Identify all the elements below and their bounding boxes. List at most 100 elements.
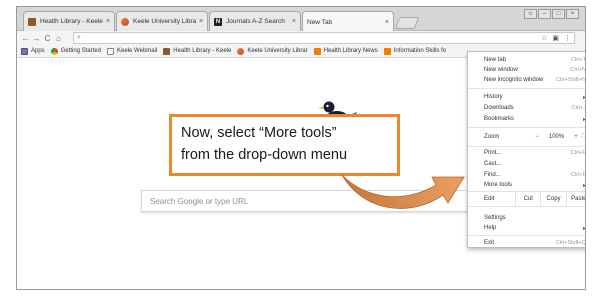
fullscreen-icon[interactable]: ⛶ xyxy=(582,134,585,141)
menu-shortcut: Ctrl+J xyxy=(571,105,586,111)
library-icon xyxy=(28,17,36,26)
submenu-arrow-icon: ▸ xyxy=(582,182,586,189)
zoom-in-button[interactable]: + xyxy=(574,134,578,140)
page-icon xyxy=(107,47,115,55)
zoom-label: Zoom xyxy=(484,134,500,140)
menu-zoom-row: Zoom − 100% + ⛶ xyxy=(468,130,585,144)
menu-item-cast[interactable]: Cast... xyxy=(468,159,585,169)
menu-item-downloads[interactable]: Downloads Ctrl+J xyxy=(468,103,586,113)
back-arrow-icon[interactable]: ← xyxy=(20,33,31,44)
menu-item-more-tools[interactable]: More tools ▸ xyxy=(468,180,586,190)
bookmark-label: Information Skills fo xyxy=(393,48,447,54)
tab-close-icon[interactable]: × xyxy=(292,18,296,25)
new-tab-button[interactable] xyxy=(394,17,420,29)
bookmark-label: Keele Webmail xyxy=(117,48,158,54)
extension-icon[interactable]: ▣ xyxy=(552,34,559,42)
submenu-arrow-icon: ▸ xyxy=(582,225,586,232)
menu-shortcut: Ctrl+T xyxy=(570,57,586,63)
tab-close-icon[interactable]: × xyxy=(106,18,110,25)
apps-grid-icon xyxy=(21,47,28,55)
callout-line-1: Now, select “More tools” xyxy=(181,125,337,141)
submenu-arrow-icon: ▸ xyxy=(582,94,586,101)
edit-label: Edit xyxy=(484,195,495,202)
n-letter-icon: N xyxy=(214,17,222,26)
minimize-button[interactable]: – xyxy=(538,9,551,19)
tab-label: Keele University Library xyxy=(133,18,196,25)
omnibox-actions: ☆ ▣ ⋮ xyxy=(541,34,571,42)
tab-label: Health Library - Keele Ur xyxy=(40,18,103,25)
keele-icon xyxy=(121,17,129,26)
menu-divider xyxy=(468,206,585,207)
tab-health-library[interactable]: Health Library - Keele Ur × xyxy=(23,11,115,31)
chrome-icon xyxy=(50,47,58,55)
menu-item-label: New incognito window xyxy=(484,77,544,83)
bookmark-star-icon[interactable]: ☆ xyxy=(541,34,547,42)
home-icon[interactable]: ⌂ xyxy=(53,33,64,44)
keele-icon xyxy=(237,47,245,55)
menu-item-label: Find... xyxy=(484,172,501,178)
address-bar[interactable]: ⌕ ☆ ▣ ⋮ xyxy=(73,32,575,44)
profile-icon[interactable]: ☺ xyxy=(524,9,537,19)
paste-button[interactable]: Paste xyxy=(565,191,585,206)
tab-keele-library[interactable]: Keele University Library × xyxy=(116,11,208,31)
curved-arrow-icon xyxy=(341,174,465,209)
menu-kebab-icon[interactable]: ⋮ xyxy=(564,34,571,42)
chrome-dropdown-menu: New tab Ctrl+T New window Ctrl+N New inc… xyxy=(467,51,586,248)
forward-arrow-icon[interactable]: → xyxy=(31,33,42,44)
menu-item-new-incognito[interactable]: New incognito window Ctrl+Shift+N xyxy=(468,75,586,85)
bookmark-label: Keele University Librar xyxy=(247,48,308,54)
menu-shortcut: Ctrl+Shift+N xyxy=(556,77,586,83)
tab-close-icon[interactable]: × xyxy=(199,18,203,25)
close-window-button[interactable]: × xyxy=(566,9,579,19)
bookmark-health-library[interactable]: Health Library - Keele xyxy=(163,47,231,55)
menu-item-label: Cast... xyxy=(484,161,502,167)
menu-shortcut: Ctrl+P xyxy=(570,150,586,156)
bookmark-health-library-news[interactable]: Health Library News xyxy=(313,47,378,55)
menu-item-bookmarks[interactable]: Bookmarks ▸ xyxy=(468,114,585,124)
bookmark-keele-university-library[interactable]: Keele University Librar xyxy=(237,47,308,55)
tab-new-tab[interactable]: New Tab × xyxy=(302,11,394,32)
menu-item-find[interactable]: Find... Ctrl+F xyxy=(468,170,586,180)
menu-item-print[interactable]: Print... Ctrl+P xyxy=(468,148,586,158)
search-placeholder: Search Google or type URL xyxy=(150,196,249,206)
bookmark-apps[interactable]: Apps xyxy=(21,47,45,55)
tab-label: Journals A-Z Search xyxy=(226,18,285,25)
tab-journals-search[interactable]: N Journals A-Z Search × xyxy=(209,11,301,31)
tab-strip: Health Library - Keele Ur × Keele Univer… xyxy=(17,7,585,32)
menu-edit-row: Edit Cut Copy Paste xyxy=(468,191,585,206)
menu-item-label: Bookmarks xyxy=(484,116,515,122)
menu-divider xyxy=(468,235,585,236)
menu-item-label: Settings xyxy=(484,215,506,221)
tab-close-icon[interactable]: × xyxy=(385,19,389,26)
menu-item-label: Print... xyxy=(484,150,502,156)
cut-button[interactable]: Cut xyxy=(515,191,540,206)
menu-item-label: Exit xyxy=(484,240,495,246)
menu-item-exit[interactable]: Exit Ctrl+Shift+Q xyxy=(468,238,586,248)
bookmark-information-skills[interactable]: Information Skills fo xyxy=(383,47,447,55)
reload-icon[interactable]: C xyxy=(42,33,53,44)
library-icon xyxy=(163,47,171,55)
menu-divider xyxy=(468,146,585,147)
bookmark-label: Apps xyxy=(31,48,45,54)
menu-item-label: More tools xyxy=(484,182,513,188)
menu-shortcut: Ctrl+Shift+Q xyxy=(555,240,586,246)
menu-item-history[interactable]: History ▸ xyxy=(468,92,586,102)
bookmark-label: Health Library News xyxy=(323,48,378,54)
menu-item-label: Downloads xyxy=(484,105,514,111)
window-controls: ☺ – □ × xyxy=(524,9,579,19)
menu-item-new-tab[interactable]: New tab Ctrl+T xyxy=(468,55,586,65)
zoom-out-button[interactable]: − xyxy=(535,134,539,140)
maximize-button[interactable]: □ xyxy=(552,9,565,19)
menu-item-new-window[interactable]: New window Ctrl+N xyxy=(468,65,585,75)
menu-shortcut: Ctrl+F xyxy=(570,172,586,178)
bookmark-getting-started[interactable]: Getting Started xyxy=(50,47,101,55)
browser-toolbar: ← → C ⌂ ⌕ ☆ ▣ ⋮ xyxy=(17,31,585,45)
tab-label: New Tab xyxy=(307,18,333,26)
bookmark-keele-webmail[interactable]: Keele Webmail xyxy=(107,47,158,55)
menu-item-label: New window xyxy=(484,67,518,73)
menu-item-help[interactable]: Help ▸ xyxy=(468,223,586,233)
zoom-level: 100% xyxy=(548,134,565,140)
copy-button[interactable]: Copy xyxy=(540,191,565,206)
menu-item-settings[interactable]: Settings xyxy=(468,213,585,223)
search-icon: ⌕ xyxy=(77,34,81,41)
